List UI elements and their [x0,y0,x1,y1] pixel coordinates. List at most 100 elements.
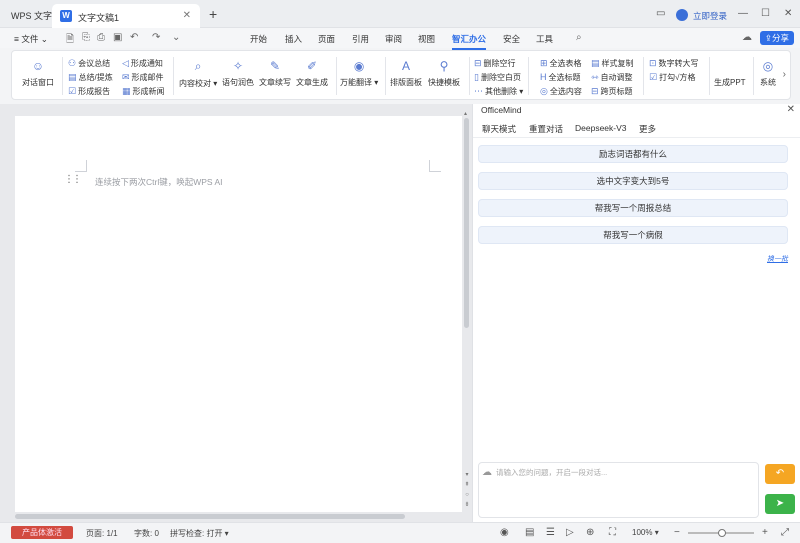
scroll-up-arrow-icon[interactable]: ▴ [464,110,467,117]
select-browse-object-icon[interactable]: ○ [463,490,471,500]
word-count[interactable]: 字数: 0 [134,528,159,539]
outline-view-icon[interactable]: ☰ [546,527,555,538]
previous-page-icon[interactable]: ⇞ [463,480,471,490]
file-menu[interactable]: ≡ 文件 ⌄ [14,33,48,45]
print-preview-icon[interactable]: ▣ [113,32,122,43]
close-window-icon[interactable]: ✕ [784,8,792,19]
system-button[interactable]: ◎ 系统 [757,59,779,88]
web-view-icon[interactable]: ⊕ [586,527,594,538]
search-icon[interactable]: ⌕ [576,32,582,43]
form-notice-button[interactable]: ◁ 形成通知 [122,58,163,69]
cross-page-title-button[interactable]: ⊟ 跨页标题 [591,86,633,97]
article-generate-button[interactable]: ✐ 文章生成 [296,59,328,88]
select-all-tables-button[interactable]: ⊞ 全选表格 [540,58,582,69]
chat-window-button[interactable]: ☺ 对话窗口 [22,59,54,88]
change-batch-link[interactable]: 换一批 [767,254,788,264]
eye-protection-icon[interactable]: ◉ [500,527,509,538]
zoom-out-icon[interactable]: − [674,527,680,538]
tab-document[interactable]: W 文字文稿1 ✕ [52,4,200,28]
page-indicator[interactable]: 页面: 1/1 [86,528,118,539]
login-link[interactable]: 立即登录 [693,10,727,22]
chat-input[interactable] [496,468,751,477]
undo-reply-button[interactable]: ↶ [765,464,795,484]
delete-empty-lines-button[interactable]: ⊟ 删除空行 [474,58,516,69]
more-chevron-icon[interactable]: ⌄ [172,32,180,43]
tab-reset-chat[interactable]: 重置对话 [529,123,563,135]
form-news-button[interactable]: ▦ 形成新闻 [122,86,165,97]
page-view-icon[interactable]: ▤ [525,527,534,538]
maximize-icon[interactable]: ☐ [761,8,770,19]
zoom-slider-handle[interactable] [718,529,726,537]
zoom-level[interactable]: 100% ▾ [632,528,659,537]
fit-window-icon[interactable]: ⤢ [781,527,789,538]
tab-more[interactable]: 更多 [639,123,656,135]
tab-chat-mode[interactable]: 聊天模式 [482,123,516,135]
style-copy-button[interactable]: ▤ 样式复制 [591,58,634,69]
tab-references[interactable]: 引用 [352,33,369,45]
content-check-button[interactable]: ⌕ 内容校对 ▾ [179,59,217,89]
share-icon: ⇪ [764,33,773,43]
window-layout-icon[interactable]: ▭ [656,8,665,19]
tab-home[interactable]: 开始 [250,33,267,45]
new-tab-icon[interactable]: + [209,6,217,22]
summary-extract-button[interactable]: ▤ 总结/提炼 [68,72,113,83]
zoom-slider[interactable] [688,529,754,537]
suggestion-chip[interactable]: 帮我写一个病假 [478,226,788,244]
avatar[interactable] [676,9,688,21]
generate-ppt-button[interactable]: 生成PPT [714,59,746,88]
sentence-polish-button[interactable]: ✧ 语句润色 [222,59,254,88]
delete-blank-pages-button[interactable]: ▯ 删除空白页 [474,72,521,83]
tick-box-button[interactable]: ☑ 打勾√方格 [649,72,695,83]
redo-icon[interactable]: ↷ [152,32,160,43]
suggestion-chip[interactable]: 励志词语都有什么 [478,145,788,163]
close-panel-icon[interactable]: ✕ [787,104,795,115]
share-button[interactable]: ⇪分享 [760,31,794,45]
chat-input-box[interactable]: ☁ [478,462,759,518]
number-to-upper-button[interactable]: ⊡ 数字转大写 [649,58,699,69]
tab-model-deepseek[interactable]: Deepseek-V3 [575,123,627,133]
smart-translate-button[interactable]: ◉ 万能翻译 ▾ [340,59,378,88]
meeting-summary-button[interactable]: ⚇ 会议总结 [68,58,110,69]
send-button[interactable]: ➤ [765,494,795,514]
tab-insert[interactable]: 插入 [285,33,302,45]
play-icon[interactable]: ▷ [566,527,574,538]
magic-wand-icon: ✧ [232,59,244,73]
tab-view[interactable]: 视图 [418,33,435,45]
activate-product-button[interactable]: 产品体激活 [11,526,73,539]
other-delete-button[interactable]: ⋯ 其他删除 ▾ [474,86,523,97]
suggestion-chip[interactable]: 帮我写一个周报总结 [478,199,788,217]
document-page[interactable]: ⋮⋮ 连续按下两次Ctrl键，唤起WPS AI [15,116,462,512]
form-report-button[interactable]: ☑ 形成报告 [68,86,110,97]
export-pdf-icon[interactable]: ⎘ [82,32,90,43]
tab-smart-office[interactable]: 智汇办公 [452,33,487,50]
print-icon[interactable]: ⎙ [97,32,105,43]
undo-icon[interactable]: ↶ [130,32,138,43]
scroll-down-arrow-icon[interactable]: ▾ [463,470,471,480]
layout-panel-button[interactable]: A 排版面板 [390,59,422,88]
title-bar: WPS 文字 W 文字文稿1 ✕ + ▭ 立即登录 — ☐ ✕ [0,0,800,28]
tab-page[interactable]: 页面 [318,33,335,45]
save-icon[interactable]: 🗎 [66,32,74,49]
cloud-upload-icon[interactable]: ☁ [742,32,752,43]
zoom-in-icon[interactable]: + [762,527,768,538]
close-tab-icon[interactable]: ✕ [183,10,191,21]
next-page-icon[interactable]: ⇟ [463,500,471,510]
vertical-scrollbar[interactable]: ▴ [464,110,470,520]
tab-security[interactable]: 安全 [503,33,520,45]
horizontal-scrollbar[interactable] [15,514,405,519]
select-all-content-button[interactable]: ◎ 全选内容 [540,86,582,97]
spell-check-toggle[interactable]: 拼写检查: 打开 ▾ [170,528,229,539]
drag-handle-icon[interactable]: ⋮⋮ [64,174,82,185]
auto-adjust-button[interactable]: ⇿ 自动调整 [591,72,633,83]
suggestion-chip[interactable]: 选中文字变大到5号 [478,172,788,190]
minimize-icon[interactable]: — [738,8,748,19]
article-continue-button[interactable]: ✎ 文章续写 [259,59,291,88]
tab-tools[interactable]: 工具 [536,33,553,45]
quick-template-button[interactable]: ⚲ 快捷模板 [428,59,460,88]
vertical-scroll-thumb[interactable] [464,118,469,328]
ribbon-scroll-right-icon[interactable]: › [783,69,786,80]
tab-review[interactable]: 审阅 [385,33,402,45]
form-email-button[interactable]: ✉ 形成邮件 [122,72,164,83]
fullscreen-icon[interactable]: ⛶ [609,527,616,538]
select-all-titles-button[interactable]: H 全选标题 [540,72,581,83]
